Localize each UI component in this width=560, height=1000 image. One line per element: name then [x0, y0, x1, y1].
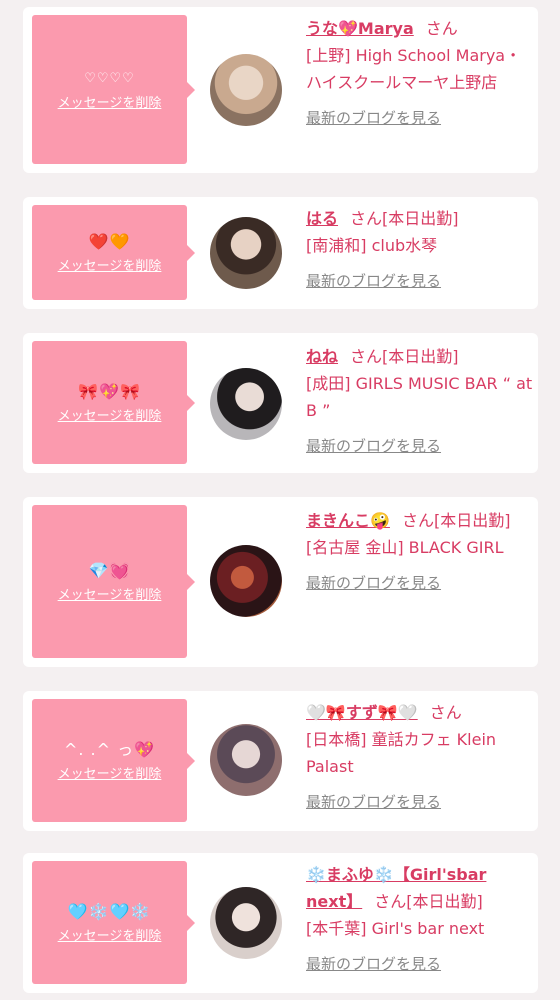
message-box: 🩵❄️🩵❄️ メッセージを削除: [32, 861, 195, 984]
message-card: ❤️🧡 メッセージを削除 はる さん[本日出勤] [南浦和] club水琴 最新の…: [23, 197, 538, 309]
latest-blog-link[interactable]: 最新のブログを見る: [306, 570, 441, 597]
message-card: ^. .^ っ💖 メッセージを削除 🤍🎀すず🎀🤍 さん [日本橋] 童話カフェ K…: [23, 691, 538, 831]
delete-message-button[interactable]: メッセージを削除: [58, 588, 162, 604]
honorific: さん: [374, 892, 407, 911]
message-text: ❤️🧡: [88, 231, 131, 251]
profile-info: ❄️まふゆ❄️【Girl'sbar next】 さん[本日出勤] [本千葉] Gi…: [306, 861, 534, 978]
message-card: 🎀💖🎀 メッセージを削除 ねね さん[本日出勤] [成田] GIRLS MUSIC…: [23, 333, 538, 473]
message-text: ♡♡♡♡: [84, 70, 135, 86]
profile-name-link[interactable]: ねね: [306, 347, 338, 366]
latest-blog-link[interactable]: 最新のブログを見る: [306, 789, 441, 816]
profile-name-link[interactable]: はる: [306, 209, 338, 228]
avatar[interactable]: [210, 724, 282, 796]
honorific: さん: [425, 19, 458, 38]
profile-name-link[interactable]: 🤍🎀すず🎀🤍: [306, 703, 418, 722]
status-badge: [本日出勤]: [406, 892, 483, 911]
message-card: 💎💓 メッセージを削除 まきんこ🤪 さん[本日出勤] [名古屋 金山] BLACK…: [23, 497, 538, 667]
message-text: 🎀💖🎀: [78, 381, 141, 401]
message-box: ♡♡♡♡ メッセージを削除: [32, 15, 195, 164]
profile-info: まきんこ🤪 さん[本日出勤] [名古屋 金山] BLACK GIRL 最新のブログ…: [306, 507, 534, 597]
status-badge: [本日出勤]: [433, 511, 511, 530]
profile-name-link[interactable]: うな💖Marya: [306, 19, 414, 38]
shop-name: [本千葉] Girl's bar next: [306, 919, 485, 938]
message-card: ♡♡♡♡ メッセージを削除 うな💖Marya さん [上野] High Schoo…: [23, 7, 538, 173]
latest-blog-link[interactable]: 最新のブログを見る: [306, 951, 441, 978]
latest-blog-link[interactable]: 最新のブログを見る: [306, 105, 441, 132]
message-box: 🎀💖🎀 メッセージを削除: [32, 341, 195, 464]
honorific: さん: [401, 511, 434, 530]
avatar[interactable]: [210, 54, 282, 126]
message-text: 🩵❄️🩵❄️: [67, 901, 152, 921]
honorific: さん: [429, 703, 462, 722]
delete-message-button[interactable]: メッセージを削除: [58, 259, 162, 275]
status-badge: [本日出勤]: [382, 209, 459, 228]
avatar[interactable]: [210, 217, 282, 289]
message-box: 💎💓 メッセージを削除: [32, 505, 195, 658]
avatar[interactable]: [210, 545, 282, 617]
profile-name-link[interactable]: まきんこ🤪: [306, 511, 390, 530]
honorific: さん: [350, 347, 383, 366]
delete-message-button[interactable]: メッセージを削除: [58, 409, 162, 425]
honorific: さん: [350, 209, 383, 228]
delete-message-button[interactable]: メッセージを削除: [58, 929, 162, 945]
shop-name: [日本橋] 童話カフェ Klein Palast: [306, 730, 497, 776]
message-box: ^. .^ っ💖 メッセージを削除: [32, 699, 195, 822]
delete-message-button[interactable]: メッセージを削除: [58, 767, 162, 783]
shop-name: [上野] High School Marya・ハイスクールマーヤ上野店: [306, 46, 522, 92]
delete-message-button[interactable]: メッセージを削除: [58, 96, 162, 112]
status-badge: [本日出勤]: [382, 347, 459, 366]
latest-blog-link[interactable]: 最新のブログを見る: [306, 433, 441, 460]
message-text: ^. .^ っ💖: [63, 739, 156, 759]
shop-name: [南浦和] club水琴: [306, 236, 438, 255]
message-text: 💎💓: [88, 560, 131, 580]
shop-name: [成田] GIRLS MUSIC BAR “ at B ”: [306, 374, 533, 420]
profile-info: うな💖Marya さん [上野] High School Marya・ハイスクール…: [306, 15, 534, 132]
latest-blog-link[interactable]: 最新のブログを見る: [306, 268, 441, 295]
profile-info: はる さん[本日出勤] [南浦和] club水琴 最新のブログを見る: [306, 205, 534, 295]
message-card: 🩵❄️🩵❄️ メッセージを削除 ❄️まふゆ❄️【Girl'sbar next】さ…: [23, 853, 538, 993]
shop-name: [名古屋 金山] BLACK GIRL: [306, 538, 504, 557]
avatar[interactable]: [210, 368, 282, 440]
profile-info: 🤍🎀すず🎀🤍 さん [日本橋] 童話カフェ Klein Palast 最新のブログ…: [306, 699, 534, 816]
avatar[interactable]: [210, 887, 282, 959]
profile-info: ねね さん[本日出勤] [成田] GIRLS MUSIC BAR “ at B ”…: [306, 343, 534, 460]
message-box: ❤️🧡 メッセージを削除: [32, 205, 195, 300]
